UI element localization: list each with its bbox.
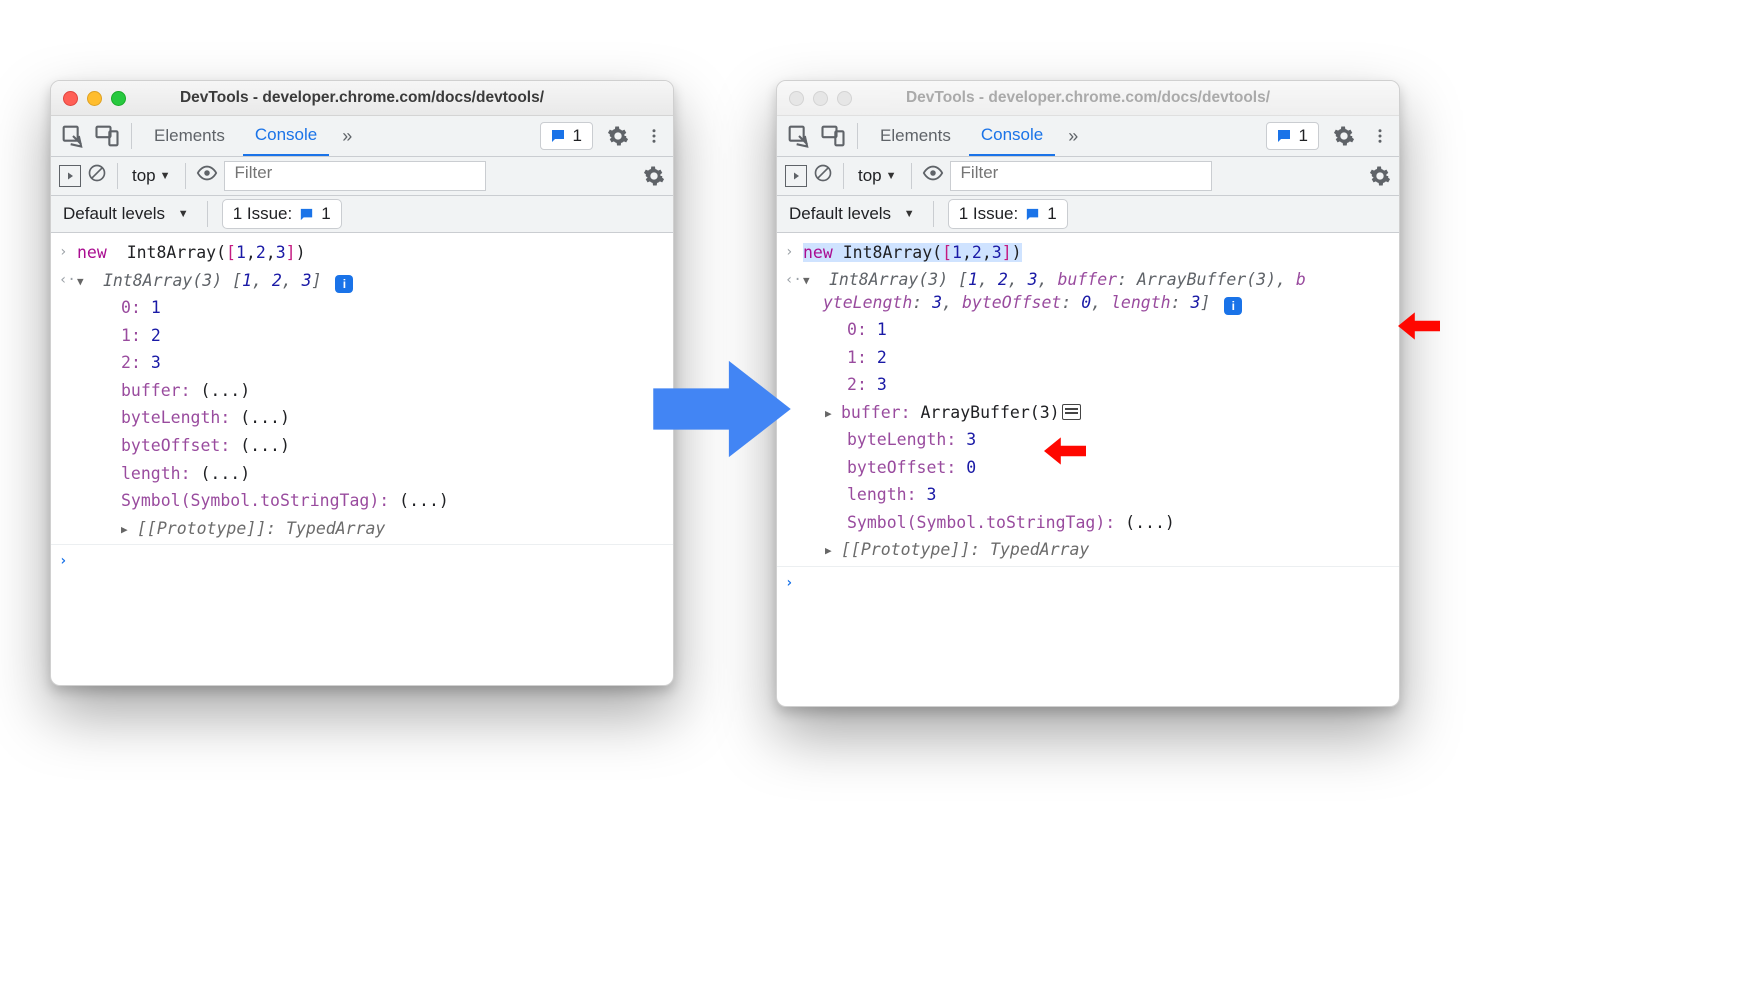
devtools-window-before: DevTools - developer.chrome.com/docs/dev…	[50, 80, 674, 686]
memory-inspector-icon[interactable]	[1062, 404, 1081, 420]
traffic-lights	[789, 91, 852, 106]
filter-input[interactable]	[224, 161, 486, 191]
console-input-row: › new new Int8Array([1,2,3]) Int8Array([…	[51, 239, 673, 267]
expand-toggle-icon[interactable]: ▶	[121, 521, 135, 538]
list-item[interactable]: Symbol(Symbol.toStringTag): (...)	[51, 487, 673, 515]
console-prompt-row[interactable]: ›	[51, 544, 673, 574]
inspect-icon[interactable]	[59, 122, 87, 150]
console-sidebar-toggle-icon[interactable]	[785, 165, 807, 187]
separator	[131, 123, 132, 149]
title-bar[interactable]: DevTools - developer.chrome.com/docs/dev…	[51, 81, 673, 116]
clear-console-icon[interactable]	[87, 163, 107, 190]
tab-elements[interactable]: Elements	[142, 117, 237, 155]
console-settings-icon[interactable]	[1369, 165, 1391, 187]
transition-arrow-icon	[647, 354, 797, 464]
prompt-caret-icon: ›	[59, 549, 77, 573]
tab-console[interactable]: Console	[969, 116, 1055, 156]
list-item[interactable]: Symbol(Symbol.toStringTag): (...)	[777, 509, 1399, 537]
settings-gear-icon[interactable]	[607, 125, 629, 147]
tab-elements[interactable]: Elements	[868, 117, 963, 155]
live-expression-icon[interactable]	[196, 162, 218, 191]
console-result-row[interactable]: ‹· ▼ Int8Array(3) [1, 2, 3] i	[51, 267, 673, 295]
close-dot[interactable]	[789, 91, 804, 106]
info-badge-icon[interactable]: i	[335, 275, 353, 293]
devtools-window-after: DevTools - developer.chrome.com/docs/dev…	[776, 80, 1400, 707]
log-levels-select[interactable]: Default levels ▼	[59, 203, 193, 226]
console-settings-icon[interactable]	[643, 165, 665, 187]
filter-input-field[interactable]	[961, 162, 1201, 185]
console-input-row: › new Int8Array([1,2,3])	[777, 239, 1399, 267]
issues-count: 1	[573, 125, 582, 148]
close-dot[interactable]	[63, 91, 78, 106]
console-result-row[interactable]: ‹· ▼ Int8Array(3) [1, 2, 3, buffer: Arra…	[777, 267, 1399, 316]
expand-toggle-icon[interactable]: ▶	[825, 542, 839, 559]
levels-bar: Default levels ▼ 1 Issue: 1	[777, 196, 1399, 233]
more-tabs-icon[interactable]: »	[1061, 124, 1085, 148]
filter-input-field[interactable]	[235, 162, 475, 185]
issue-pill[interactable]: 1 Issue: 1	[948, 199, 1068, 230]
kebab-menu-icon[interactable]	[643, 127, 665, 145]
title-bar[interactable]: DevTools - developer.chrome.com/docs/dev…	[777, 81, 1399, 116]
prototype-row[interactable]: ▶[[Prototype]]: TypedArray	[777, 536, 1399, 564]
issues-chip[interactable]: 1	[540, 122, 593, 151]
filter-input[interactable]	[950, 161, 1212, 191]
console-controls: top▼	[51, 157, 673, 196]
console-output: › new new Int8Array([1,2,3]) Int8Array([…	[51, 233, 673, 574]
kebab-menu-icon[interactable]	[1369, 127, 1391, 145]
main-toolbar: Elements Console » 1	[51, 116, 673, 157]
separator	[117, 163, 118, 189]
console-controls: top▼	[777, 157, 1399, 196]
expand-toggle-icon[interactable]: ▶	[825, 405, 839, 422]
list-item[interactable]: byteLength: (...)	[51, 404, 673, 432]
expand-toggle-icon[interactable]: ▼	[77, 273, 91, 290]
console-sidebar-toggle-icon[interactable]	[59, 165, 81, 187]
issue-pill[interactable]: 1 Issue: 1	[222, 199, 342, 230]
levels-bar: Default levels ▼ 1 Issue: 1	[51, 196, 673, 233]
separator	[185, 163, 186, 189]
tab-console[interactable]: Console	[243, 116, 329, 156]
output-caret-icon: ‹·	[785, 268, 803, 292]
prototype-row[interactable]: ▶[[Prototype]]: TypedArray	[51, 515, 673, 543]
list-item[interactable]: byteOffset: 0	[777, 454, 1399, 482]
issues-chip[interactable]: 1	[1266, 122, 1319, 151]
list-item[interactable]: length: 3	[777, 481, 1399, 509]
callout-arrow-icon	[1398, 310, 1440, 342]
clear-console-icon[interactable]	[813, 163, 833, 190]
output-caret-icon: ‹·	[59, 268, 77, 292]
traffic-lights	[63, 91, 126, 106]
device-toggle-icon[interactable]	[93, 122, 121, 150]
callout-arrow-icon	[1044, 435, 1086, 467]
zoom-dot[interactable]	[111, 91, 126, 106]
list-item[interactable]: byteOffset: (...)	[51, 432, 673, 460]
console-output: › new Int8Array([1,2,3]) ‹· ▼ Int8Array(…	[777, 233, 1399, 596]
log-levels-select[interactable]: Default levels ▼	[785, 203, 919, 226]
more-tabs-icon[interactable]: »	[335, 124, 359, 148]
zoom-dot[interactable]	[837, 91, 852, 106]
list-item[interactable]: byteLength: 3	[777, 426, 1399, 454]
list-item[interactable]: buffer: (...)	[51, 377, 673, 405]
device-toggle-icon[interactable]	[819, 122, 847, 150]
context-selector[interactable]: top▼	[128, 165, 175, 188]
window-title: DevTools - developer.chrome.com/docs/dev…	[777, 88, 1399, 109]
prompt-caret-icon: ›	[785, 571, 803, 595]
context-selector[interactable]: top▼	[854, 165, 901, 188]
window-title: DevTools - developer.chrome.com/docs/dev…	[51, 88, 673, 109]
list-item[interactable]: length: (...)	[51, 460, 673, 488]
input-caret-icon: ›	[59, 240, 77, 264]
inspect-icon[interactable]	[785, 122, 813, 150]
expand-toggle-icon[interactable]: ▼	[803, 273, 817, 289]
console-prompt-row[interactable]: ›	[777, 566, 1399, 596]
info-badge-icon[interactable]: i	[1224, 297, 1242, 315]
buffer-row[interactable]: ▶buffer: ArrayBuffer(3)	[777, 399, 1399, 427]
main-toolbar: Elements Console » 1	[777, 116, 1399, 157]
minimize-dot[interactable]	[87, 91, 102, 106]
settings-gear-icon[interactable]	[1333, 125, 1355, 147]
live-expression-icon[interactable]	[922, 162, 944, 191]
separator	[207, 201, 208, 227]
input-caret-icon: ›	[785, 240, 803, 264]
minimize-dot[interactable]	[813, 91, 828, 106]
